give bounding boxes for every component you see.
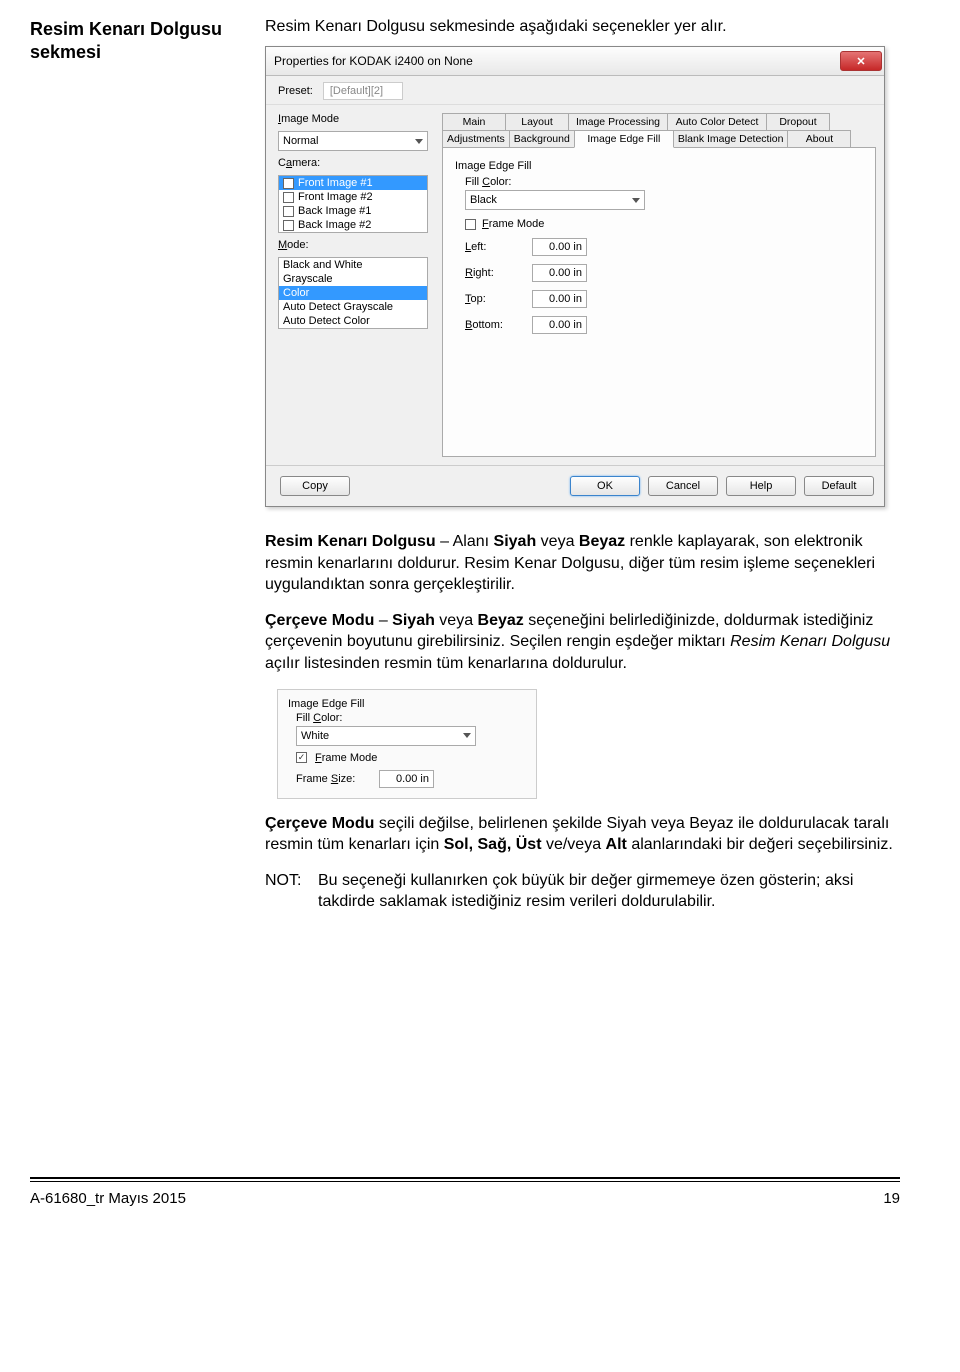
tab-adjustments[interactable]: Adjustments [442,130,510,147]
field-row: Right: 0.00 in [465,264,863,282]
page-footer: A-61680_tr Mayıs 2015 19 [30,1177,900,1207]
mode-item[interactable]: Grayscale [279,272,427,286]
checkbox-icon: ✓ [283,178,294,189]
frame-mode-checkbox[interactable] [465,219,476,230]
paragraph-3: Çerçeve Modu seçili değilse, belirlenen … [265,813,900,856]
left-label: Left: [465,241,520,253]
mini-frame-size-input[interactable]: 0.00 in [379,770,434,788]
image-mode-label: Image Mode [278,113,428,125]
tab-about[interactable]: About [787,130,851,147]
mode-item[interactable]: Black and White [279,258,427,272]
cancel-button[interactable]: Cancel [648,476,718,496]
tab-background[interactable]: Background [509,130,575,147]
bottom-label: Bottom: [465,319,520,331]
image-mode-value: Normal [283,135,318,147]
camera-item[interactable]: Back Image #1 [279,204,427,218]
mini-frame-size-label: Frame Size: [296,773,371,785]
mode-item[interactable]: Auto Detect Grayscale [279,300,427,314]
camera-item-label: Back Image #2 [298,219,371,231]
mini-group-title: Image Edge Fill [288,698,526,710]
field-row: Top: 0.00 in [465,290,863,308]
tab-image-edge-fill[interactable]: Image Edge Fill [574,130,674,148]
tabs: Main Layout Image Processing Auto Color … [442,113,876,147]
checkbox-icon [283,220,294,231]
ok-button[interactable]: OK [570,476,640,496]
tab-auto-color-detect[interactable]: Auto Color Detect [667,113,767,130]
field-row: Left: 0.00 in [465,238,863,256]
camera-item-label: Back Image #1 [298,205,371,217]
tab-main[interactable]: Main [442,113,506,130]
default-button[interactable]: Default [804,476,874,496]
checkbox-icon [283,206,294,217]
top-input[interactable]: 0.00 in [532,290,587,308]
tab-dropout[interactable]: Dropout [766,113,830,130]
image-mode-combo[interactable]: Normal [278,131,428,151]
paragraph-2: Çerçeve Modu – Siyah veya Beyaz seçeneği… [265,610,900,675]
right-label: Right: [465,267,520,279]
section-title: Resim Kenarı Dolgusu sekmesi [30,18,245,65]
properties-dialog: Properties for KODAK i2400 on None ✕ Pre… [265,46,885,507]
preset-value[interactable]: [Default][2] [323,82,403,100]
fill-color-value: Black [470,194,497,206]
lead-paragraph: Resim Kenarı Dolgusu sekmesinde aşağıdak… [265,18,900,36]
tab-blank-image-detection[interactable]: Blank Image Detection [673,130,789,147]
fill-color-combo[interactable]: Black [465,190,645,210]
paragraph-1: Resim Kenarı Dolgusu – Alanı Siyah veya … [265,531,900,596]
preset-label: Preset: [278,85,313,97]
fill-color-label: Fill Color: [465,176,863,188]
mini-frame-mode-checkbox[interactable] [296,752,307,763]
chevron-down-icon [632,198,640,203]
mini-frame-mode-label: Frame Mode [315,752,377,764]
top-label: Top: [465,293,520,305]
group-title: Image Edge Fill [455,160,863,172]
chevron-down-icon [415,139,423,144]
page-number: 19 [883,1190,900,1207]
camera-label: Camera: [278,157,428,169]
frame-mode-label: Frame Mode [482,218,544,230]
mini-fill-color-value: White [301,730,329,742]
field-row: Bottom: 0.00 in [465,316,863,334]
note-label: NOT: [265,870,310,913]
help-button[interactable]: Help [726,476,796,496]
tab-panel: Image Edge Fill Fill Color: Black Frame … [442,147,876,457]
note-body: Bu seçeneği kullanırken çok büyük bir de… [318,870,900,913]
preset-row: Preset: [Default][2] [266,76,884,104]
checkbox-icon [283,192,294,203]
note-paragraph: NOT: Bu seçeneği kullanırken çok büyük b… [265,870,900,913]
close-icon: ✕ [856,55,865,68]
mini-panel: Image Edge Fill Fill Color: White Frame … [277,689,537,799]
camera-item[interactable]: Front Image #2 [279,190,427,204]
camera-item-label: Front Image #2 [298,191,373,203]
left-input[interactable]: 0.00 in [532,238,587,256]
dialog-titlebar: Properties for KODAK i2400 on None ✕ [266,47,884,76]
mode-item[interactable]: Auto Detect Color [279,314,427,328]
bottom-input[interactable]: 0.00 in [532,316,587,334]
camera-item-label: Front Image #1 [298,177,373,189]
mode-label: Mode: [278,239,428,251]
mini-fill-color-combo[interactable]: White [296,726,476,746]
copy-button[interactable]: Copy [280,476,350,496]
close-button[interactable]: ✕ [840,51,882,71]
camera-item[interactable]: ✓ Front Image #1 [279,176,427,190]
dialog-title: Properties for KODAK i2400 on None [274,54,473,68]
tab-image-processing[interactable]: Image Processing [568,113,668,130]
chevron-down-icon [463,733,471,738]
camera-item[interactable]: Back Image #2 [279,218,427,232]
mini-fill-color-label: Fill Color: [296,712,526,724]
right-input[interactable]: 0.00 in [532,264,587,282]
tab-layout[interactable]: Layout [505,113,569,130]
footer-left: A-61680_tr Mayıs 2015 [30,1190,186,1207]
camera-listbox[interactable]: ✓ Front Image #1 Front Image #2 Back Ima… [278,175,428,233]
dialog-footer: Copy OK Cancel Help Default [266,465,884,506]
mode-listbox[interactable]: Black and White Grayscale Color Auto Det… [278,257,428,329]
mode-item[interactable]: Color [279,286,427,300]
